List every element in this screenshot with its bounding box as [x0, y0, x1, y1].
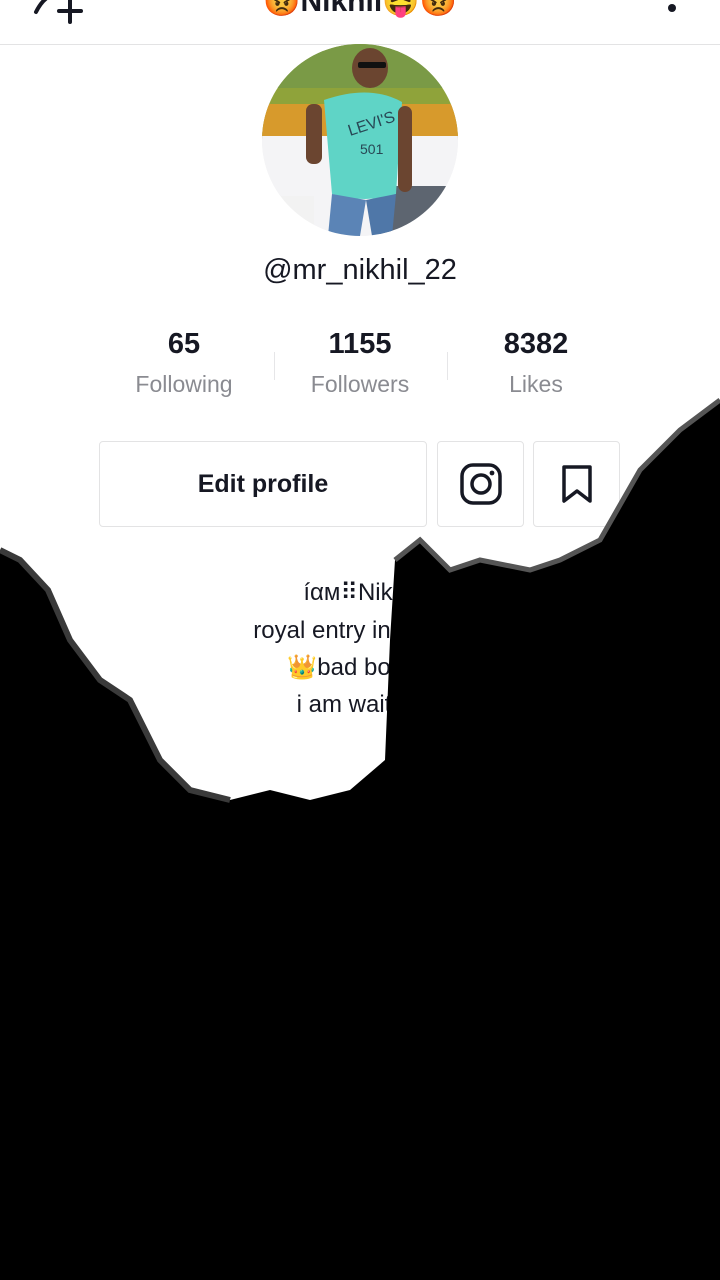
likes-count: 8382 — [503, 328, 569, 360]
bio-line: íαм⠿Nikhil — [303, 579, 417, 606]
username: @mr_nikhil_22 — [263, 254, 457, 286]
more-icon[interactable] — [668, 4, 676, 12]
likes-label: Likes — [509, 371, 563, 397]
stat-divider — [447, 352, 448, 380]
instagram-icon — [459, 463, 502, 505]
stat-likes[interactable]: 8382 Likes — [451, 324, 621, 404]
avatar[interactable]: LEVI'S 501 — [262, 44, 458, 236]
svg-text:501: 501 — [360, 141, 384, 157]
profile-title: 😡Nikhil😝😡 — [263, 0, 457, 18]
instagram-button[interactable] — [437, 441, 524, 527]
stat-followers[interactable]: 1155 Followers — [275, 324, 445, 404]
bookmark-icon — [561, 465, 592, 503]
followers-label: Followers — [310, 371, 410, 397]
bio-line: 👑bad boy😎 — [287, 654, 433, 681]
edit-profile-button[interactable]: Edit profile — [99, 441, 427, 527]
following-label: Following — [135, 371, 233, 397]
bio-line: royal entry in 15Dec — [253, 617, 467, 644]
top-navigation-bar: 😡Nikhil😝😡 — [0, 0, 720, 45]
followers-count: 1155 — [328, 328, 392, 360]
bio-line: i am waiting — [296, 691, 424, 718]
favorites-button[interactable] — [533, 441, 620, 527]
add-user-icon[interactable] — [30, 0, 90, 26]
following-count: 65 — [167, 328, 201, 360]
stat-following[interactable]: 65 Following — [99, 324, 269, 404]
